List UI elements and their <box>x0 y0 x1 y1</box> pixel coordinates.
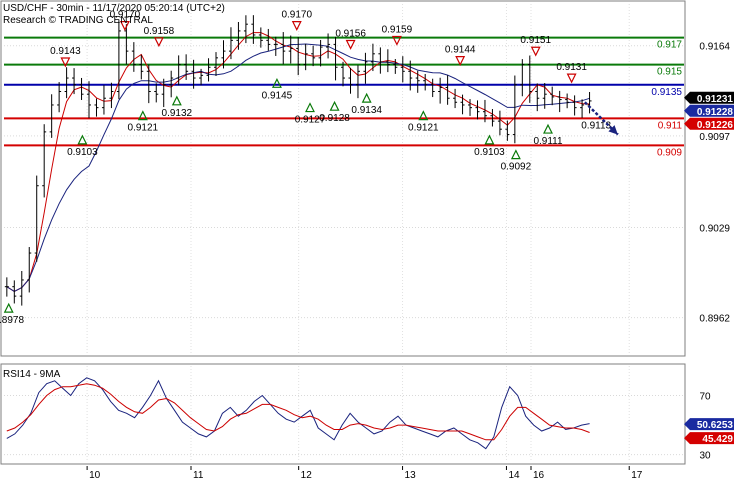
annotation-label: 0.9132 <box>162 108 193 119</box>
price-tag-label: 0.91228 <box>697 107 734 118</box>
time-tick-label: 13 <box>405 470 417 480</box>
price-tag-label: 0.91226 <box>697 120 734 131</box>
time-tick-label: 11 <box>193 470 204 480</box>
level-label: 0.911 <box>658 120 683 131</box>
annotation-label: 0.9145 <box>262 90 293 101</box>
time-tick-label: 17 <box>631 470 643 480</box>
price-tag-label: 0.91231 <box>697 94 734 105</box>
annotation-label: 0.9143 <box>50 46 81 57</box>
annotation-label: 0.9103 <box>474 147 505 158</box>
annotation-label: 0.9131 <box>556 62 587 73</box>
annotation-label: 0.8978 <box>0 315 24 326</box>
level-label: 0.917 <box>657 40 682 51</box>
annotation-label: 0.9151 <box>520 35 551 46</box>
level-label: 0.915 <box>657 67 682 78</box>
annotation-label: 0.9113 <box>581 120 611 131</box>
price-tick-label: 0.9097 <box>699 132 730 143</box>
annotation-label: 0.9092 <box>501 162 532 173</box>
annotation-label: 0.9103 <box>67 147 98 158</box>
annotation-label: 0.9121 <box>408 123 439 134</box>
price-tick-label: 0.8962 <box>699 314 730 325</box>
level-label: 0.909 <box>657 147 682 158</box>
level-label: 0.9135 <box>651 87 682 98</box>
annotation-label: 0.9134 <box>351 105 382 116</box>
annotation-label: 0.9128 <box>319 113 350 124</box>
chart-copyright: Research © TRADING CENTRAL <box>3 15 153 26</box>
time-tick-label: 10 <box>89 470 101 480</box>
annotation-label: 0.9121 <box>128 123 159 134</box>
rsi-tag-label: 50.6253 <box>697 420 734 431</box>
rsi-tick-label: 70 <box>699 392 711 403</box>
time-tick-label: 14 <box>508 470 520 480</box>
chart-title: USD/CHF - 30min - 11/17/2020 05:20:14 (U… <box>3 3 225 14</box>
rsi-tick-label: 30 <box>699 451 711 462</box>
annotation-label: 0.9144 <box>445 45 476 56</box>
annotation-label: 0.9156 <box>335 29 366 40</box>
annotation-label: 0.9170 <box>281 10 312 21</box>
annotation-label: 0.9111 <box>533 136 563 147</box>
chart-svg: 0.917 0.915 0.9135 0.911 0.909 0.8978 0.9143 0… <box>0 0 735 481</box>
rsi-tag-label: 45.429 <box>702 434 733 445</box>
time-tick-label: 16 <box>533 470 545 480</box>
annotation-label: 0.9159 <box>382 24 413 35</box>
price-tick-label: 0.9029 <box>699 223 730 234</box>
chart-root: 0.917 0.915 0.9135 0.911 0.909 0.8978 0.9143 0… <box>0 0 735 481</box>
annotation-label: 0.9158 <box>144 26 175 37</box>
price-tick-label: 0.9164 <box>699 42 730 53</box>
rsi-title: RSI14 - 9MA <box>3 369 61 380</box>
time-tick-label: 12 <box>301 470 313 480</box>
